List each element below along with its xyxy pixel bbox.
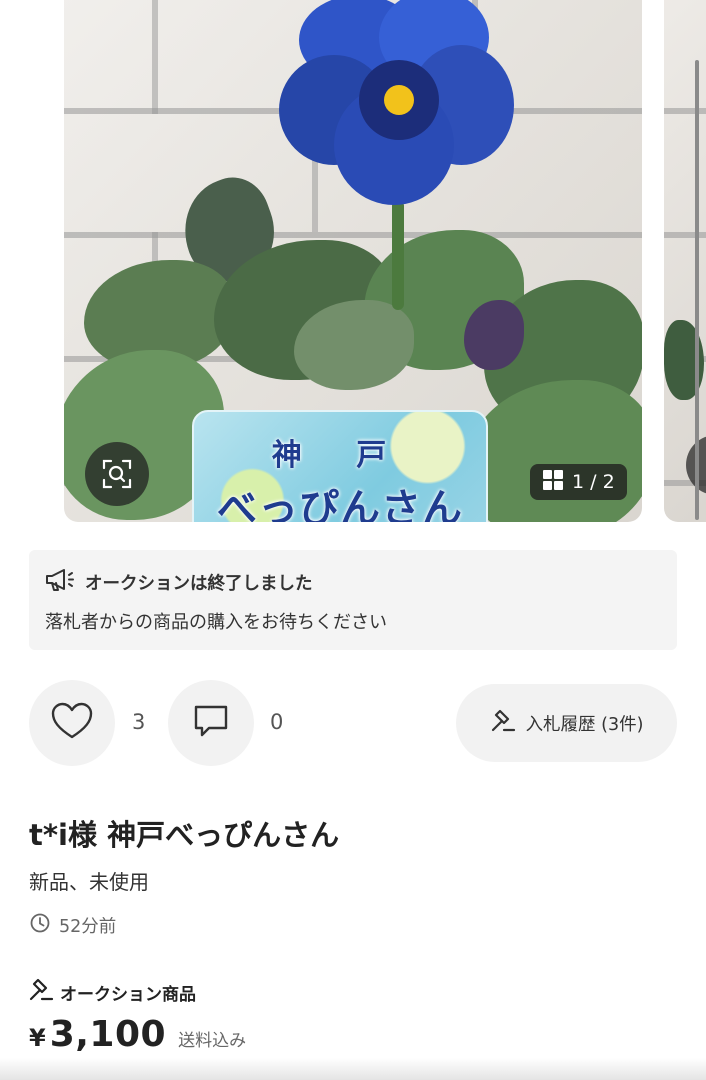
likes-count: 3	[132, 710, 146, 734]
scrollbar[interactable]	[695, 60, 699, 520]
price: ¥ 3,100 送料込み	[29, 1014, 246, 1055]
grid-icon	[542, 469, 564, 496]
gavel-icon	[490, 708, 516, 739]
auction-item-label: オークション商品	[28, 977, 196, 1008]
clock-icon	[29, 912, 51, 939]
auction-ended-notice: オークションは終了しました 落札者からの商品の購入をお待ちください	[29, 550, 677, 650]
notice-title: オークションは終了しました	[85, 573, 313, 594]
tag-text-main: べっぴんさん	[217, 486, 463, 522]
image-carousel[interactable]: 神 戸 べっぴんさん 1 / 2	[0, 0, 706, 522]
currency-symbol: ¥	[29, 1024, 46, 1052]
bid-history-label: 入札履歴 (3件)	[525, 714, 644, 735]
auction-label-text: オークション商品	[60, 985, 196, 1005]
tag-text-top: 神 戸	[271, 438, 409, 473]
action-bar: 3 0 入札履歴 (3件)	[29, 680, 677, 766]
pansy-flower	[279, 0, 519, 215]
megaphone-icon	[45, 567, 75, 597]
bottom-shadow	[0, 1058, 706, 1080]
comments-count: 0	[270, 710, 284, 734]
image-counter-text: 1 / 2	[572, 471, 615, 493]
shipping-note: 送料込み	[178, 1031, 247, 1051]
posted-time: 52分前	[29, 912, 116, 939]
posted-time-text: 52分前	[59, 917, 117, 937]
gavel-icon	[28, 977, 54, 1008]
plant-name-tag: 神 戸 べっぴんさん	[192, 410, 488, 522]
price-amount: 3,100	[49, 1014, 167, 1055]
comment-icon	[193, 703, 229, 743]
item-condition: 新品、未使用	[29, 870, 149, 894]
notice-message: 落札者からの商品の購入をお待ちください	[45, 612, 387, 633]
like-button[interactable]	[29, 680, 115, 766]
heart-icon	[50, 701, 94, 745]
bid-history-button[interactable]: 入札履歴 (3件)	[456, 684, 677, 762]
product-photo[interactable]: 神 戸 べっぴんさん	[64, 0, 642, 522]
item-title: t*i様 神戸べっぴんさん	[29, 818, 340, 852]
scan-search-icon[interactable]	[85, 442, 149, 506]
comment-button[interactable]	[168, 680, 254, 766]
next-photo-peek[interactable]	[664, 0, 706, 522]
image-counter[interactable]: 1 / 2	[530, 464, 627, 500]
brick-joint	[152, 0, 158, 114]
